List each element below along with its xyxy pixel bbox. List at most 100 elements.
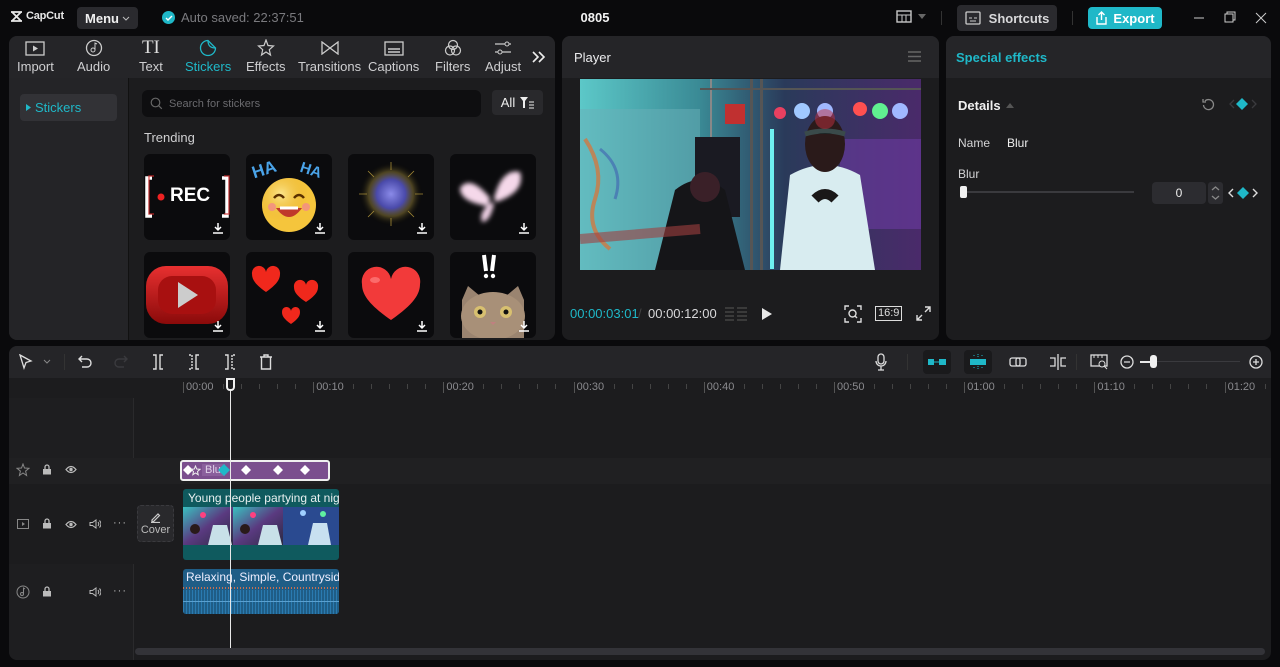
maximize-button[interactable] (1224, 10, 1236, 24)
volume-line[interactable] (183, 601, 339, 602)
sticker-fireworks[interactable] (348, 154, 434, 240)
chevron-down-icon[interactable] (43, 359, 51, 364)
keyframe-diamond-icon[interactable] (273, 465, 283, 475)
tab-adjust[interactable]: Adjust (485, 39, 521, 74)
sticker-play-button[interactable] (144, 252, 230, 338)
blur-stepper[interactable] (1208, 182, 1223, 204)
properties-tab[interactable]: Special effects (956, 50, 1047, 65)
video-track-icon (17, 519, 29, 529)
fit-zoom-icon[interactable] (844, 305, 862, 323)
sticker-rec[interactable]: REC (144, 154, 230, 240)
eye-icon[interactable] (65, 520, 77, 529)
name-label: Name (958, 136, 991, 150)
blur-slider-thumb[interactable] (960, 186, 967, 198)
aspect-ratio-button[interactable]: 16:9 (875, 306, 903, 321)
link-icon[interactable] (1009, 356, 1027, 368)
layout-button[interactable] (896, 10, 926, 23)
speaker-icon[interactable] (89, 587, 101, 597)
tab-effects[interactable]: Effects (246, 39, 286, 74)
preview-axis-icon[interactable] (1049, 354, 1067, 370)
lock-icon[interactable] (42, 586, 52, 597)
effects-icon (256, 39, 275, 57)
sticker-hearts[interactable] (246, 252, 332, 338)
download-icon (213, 321, 223, 332)
playhead-line[interactable] (230, 386, 232, 650)
undo-icon[interactable] (78, 354, 92, 368)
lock-icon[interactable] (42, 518, 52, 529)
keyframe-active-icon[interactable] (218, 464, 230, 476)
redo-icon[interactable] (114, 354, 128, 368)
zoom-slider-thumb[interactable] (1150, 355, 1157, 368)
select-cursor-icon[interactable] (19, 354, 33, 370)
delete-right-icon[interactable] (223, 354, 237, 370)
tab-label: Adjust (485, 59, 522, 74)
ruler-minor-tick (1040, 384, 1042, 389)
audio-clip[interactable]: Relaxing, Simple, Countryside (183, 569, 339, 614)
sticker-haha-emoji[interactable]: HA HA (246, 154, 332, 240)
next-keyframe-icon[interactable] (1251, 99, 1257, 109)
ruler-minor-tick (1076, 384, 1078, 389)
details-section-header[interactable]: Details (958, 98, 1014, 113)
tab-text[interactable]: TI Text (139, 37, 163, 74)
reset-icon[interactable] (1202, 98, 1215, 111)
eye-icon[interactable] (65, 465, 77, 474)
timecode-separator: / (638, 306, 642, 321)
export-button[interactable]: Export (1088, 7, 1162, 29)
cover-button[interactable]: Cover (137, 505, 174, 542)
shortcuts-button[interactable]: Shortcuts (957, 5, 1057, 31)
tab-import[interactable]: Import (17, 39, 54, 74)
tab-filters[interactable]: Filters (435, 39, 470, 74)
category-stickers[interactable]: Stickers (20, 94, 117, 121)
zoom-out-icon[interactable] (1120, 355, 1134, 369)
video-clip[interactable]: Young people partying at night (183, 489, 339, 560)
effect-clip[interactable]: Blur (180, 460, 330, 481)
microphone-icon[interactable] (875, 353, 887, 371)
lock-icon[interactable] (42, 464, 52, 475)
zoom-in-icon[interactable] (1249, 355, 1263, 369)
more-options-icon[interactable]: ··· (113, 517, 127, 529)
speaker-icon[interactable] (89, 519, 101, 529)
delete-icon[interactable] (259, 354, 273, 370)
keyframe-diamond-icon[interactable] (300, 465, 310, 475)
video-preview[interactable] (580, 79, 921, 270)
keyframe-diamond-icon[interactable] (241, 465, 251, 475)
close-button[interactable] (1255, 10, 1267, 24)
fullscreen-icon[interactable] (916, 306, 931, 321)
ruler-label: 00:50 (837, 381, 865, 393)
sticker-red-heart[interactable] (348, 252, 434, 338)
more-tabs-icon[interactable] (532, 51, 546, 63)
minimize-button[interactable] (1193, 10, 1205, 24)
sticker-surprised-cat[interactable] (450, 252, 536, 338)
playhead-handle[interactable] (226, 378, 236, 391)
ruler-minor-tick (667, 384, 669, 389)
search-placeholder: Search for stickers (169, 97, 261, 110)
filter-all-button[interactable]: All (492, 90, 543, 115)
sticker-butterfly[interactable] (450, 154, 536, 240)
split-icon[interactable] (151, 354, 165, 370)
tab-stickers[interactable]: Stickers (185, 39, 231, 74)
download-icon (519, 321, 529, 332)
ruler-label: 01:00 (967, 381, 995, 393)
blur-value-input[interactable]: 0 (1152, 182, 1206, 204)
blur-slider-track[interactable] (960, 191, 1134, 193)
auto-snap-toggle[interactable] (964, 350, 992, 374)
tab-audio[interactable]: Audio (77, 39, 110, 74)
prev-keyframe-icon[interactable] (1228, 188, 1234, 198)
timeline-scrollbar[interactable] (135, 648, 1265, 655)
sticker-search-input[interactable]: Search for stickers (142, 90, 481, 117)
tab-captions[interactable]: Captions (368, 39, 419, 74)
add-keyframe-icon[interactable] (1237, 187, 1249, 199)
delete-left-icon[interactable] (187, 354, 201, 370)
ruler-minor-tick (946, 384, 947, 389)
timeline-ruler[interactable]: 00:00 00:10 00:20 00:30 00:40 00:50 01:00 01:10… (9, 378, 1271, 398)
hamburger-menu-icon[interactable] (908, 51, 921, 62)
main-track-magnet-toggle[interactable] (923, 350, 951, 374)
keyframe-diamond-icon[interactable] (1236, 98, 1248, 110)
zoom-to-fit-icon[interactable] (1090, 354, 1108, 370)
play-icon[interactable] (761, 307, 773, 321)
next-keyframe-icon[interactable] (1252, 188, 1258, 198)
prev-keyframe-icon[interactable] (1229, 99, 1235, 109)
tab-transitions[interactable]: Transitions (298, 39, 361, 74)
ruler-minor-tick (910, 384, 911, 389)
more-options-icon[interactable]: ··· (113, 585, 127, 597)
